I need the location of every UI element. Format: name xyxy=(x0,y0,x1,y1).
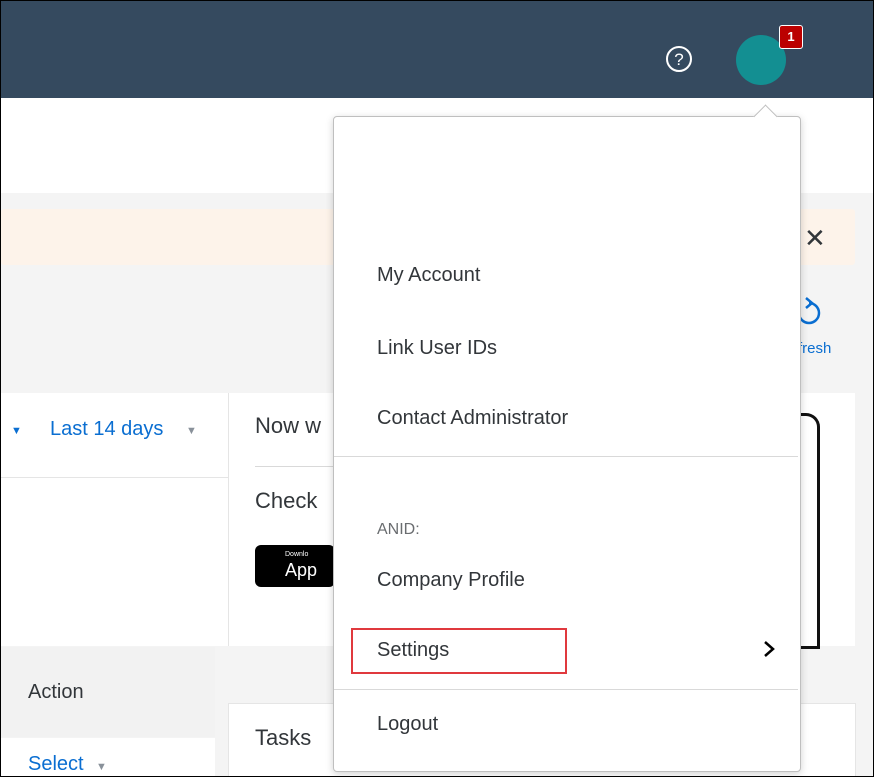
badge-small-text: Downlo xyxy=(285,551,309,558)
promo-subtitle: Check xyxy=(255,488,318,513)
svg-text:?: ? xyxy=(674,50,683,69)
refresh-label[interactable]: fresh xyxy=(798,340,831,357)
date-range-filter[interactable]: Last 14 days xyxy=(50,418,163,441)
menu-divider xyxy=(334,456,798,457)
menu-divider xyxy=(334,689,798,690)
chevron-down-icon[interactable]: ▼ xyxy=(96,761,107,773)
app-window: ? 1 ✕ fresh ▼ Last 14 days ▼ Now w Check… xyxy=(0,0,874,777)
menu-item-my-account[interactable]: My Account xyxy=(377,264,480,287)
promo-divider xyxy=(255,466,345,467)
app-store-badge[interactable]: Downlo App xyxy=(255,545,335,587)
notification-badge: 1 xyxy=(779,25,803,49)
chevron-down-icon[interactable]: ▼ xyxy=(186,425,197,437)
badge-large-text: App xyxy=(285,560,318,580)
menu-item-logout[interactable]: Logout xyxy=(377,713,438,736)
promo-title: Now w xyxy=(255,413,322,438)
help-icon[interactable]: ? xyxy=(665,45,693,73)
action-column-label: Action xyxy=(28,681,84,703)
menu-item-company-profile[interactable]: Company Profile xyxy=(377,569,525,592)
panel-divider xyxy=(1,477,228,478)
menu-item-contact-administrator[interactable]: Contact Administrator xyxy=(377,407,568,430)
select-dropdown[interactable]: Select xyxy=(28,753,84,776)
menu-item-link-user-ids[interactable]: Link User IDs xyxy=(377,337,497,360)
menu-item-settings[interactable]: Settings xyxy=(377,639,449,662)
chevron-right-icon[interactable] xyxy=(761,639,777,659)
filter-caret-icon[interactable]: ▼ xyxy=(11,425,22,437)
tasks-title: Tasks xyxy=(255,725,312,750)
close-banner-button[interactable]: ✕ xyxy=(804,223,826,253)
anid-label: ANID: xyxy=(377,521,420,538)
